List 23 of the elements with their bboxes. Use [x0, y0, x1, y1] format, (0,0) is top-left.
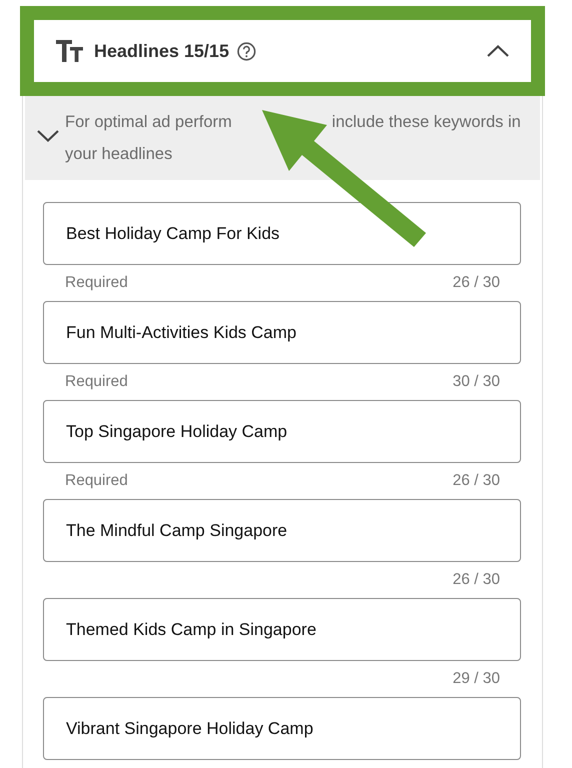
headline-field[interactable]: Top Singapore Holiday Camp	[43, 400, 521, 463]
required-label: Required	[65, 274, 128, 292]
section-header[interactable]: Headlines 15/15	[34, 20, 531, 82]
help-icon[interactable]	[237, 42, 256, 60]
headline-field[interactable]: Themed Kids Camp in Singapore	[43, 598, 521, 661]
collapse-chevron-icon[interactable]	[487, 45, 509, 57]
headline-field[interactable]: Vibrant Singapore Holiday Camp	[43, 697, 521, 760]
text-size-icon	[56, 40, 84, 62]
hint-text: include these keywords in	[332, 112, 521, 133]
expand-chevron-icon[interactable]	[37, 130, 59, 142]
required-label: Required	[65, 472, 128, 490]
headline-field[interactable]: Fun Multi-Activities Kids Camp	[43, 301, 521, 364]
character-counter: 30 / 30	[452, 373, 500, 391]
character-counter: 26 / 30	[452, 571, 500, 589]
section-title: Headlines 15/15	[94, 40, 230, 62]
required-label: Required	[65, 373, 128, 391]
headline-field[interactable]: Best Holiday Camp For Kids	[43, 202, 521, 265]
hint-text: your headlines	[65, 144, 174, 165]
character-counter: 29 / 30	[452, 670, 500, 688]
character-counter: 26 / 30	[452, 472, 500, 490]
hint-text: For optimal ad perform	[65, 112, 232, 133]
character-counter: 26 / 30	[452, 274, 500, 292]
headline-field[interactable]: The Mindful Camp Singapore	[43, 499, 521, 562]
